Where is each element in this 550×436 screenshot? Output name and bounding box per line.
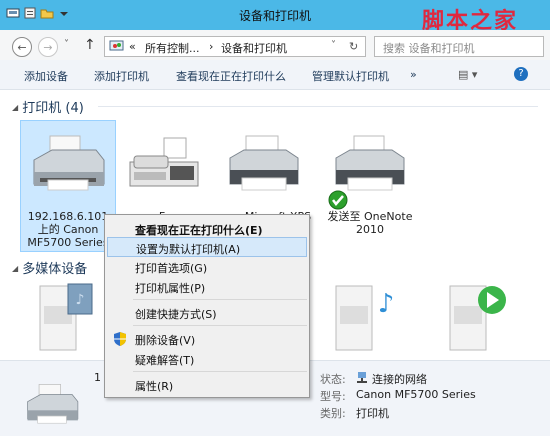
command-bar: 添加设备 添加打印机 查看现在正在打印什么 管理默认打印机 » ▤ ▾ ? (0, 60, 550, 90)
menu-item-label: 打印机属性(P) (135, 282, 206, 295)
menu-item-create-shortcut[interactable]: 创建快捷方式(S) (107, 303, 307, 323)
up-button[interactable]: ↑ (84, 37, 96, 53)
menu-separator (133, 325, 307, 326)
status-value: 连接的网络 (372, 373, 427, 386)
add-device-button[interactable]: 添加设备 (24, 68, 68, 84)
address-dropdown-button[interactable]: ˅ (331, 40, 336, 51)
menu-item-printer-properties[interactable]: 打印机属性(P) (107, 277, 307, 297)
menu-item-printing-preferences[interactable]: 打印首选项(G) (107, 257, 307, 277)
breadcrumb-chevron[interactable]: › (209, 40, 213, 53)
printer-canon-icon[interactable] (30, 134, 106, 198)
printers-group-toggle[interactable]: ◢ (12, 103, 18, 112)
breadcrumb-devices-printers[interactable]: 设备和打印机 (221, 40, 287, 56)
menu-item-properties[interactable]: 属性(R) (107, 375, 307, 395)
menu-item-set-default[interactable]: 设置为默认打印机(A) (107, 237, 307, 257)
printers-group-label: 打印机 (4) (22, 101, 84, 116)
category-key: 类别: (320, 407, 346, 420)
menu-item-label: 打印首选项(G) (135, 262, 208, 275)
menu-item-label: 删除设备(V) (135, 334, 196, 347)
media-device-5-icon[interactable] (444, 282, 508, 356)
menu-separator (133, 299, 307, 300)
forward-button[interactable]: → (38, 37, 58, 57)
manage-default-printers-button[interactable]: 管理默认打印机 (312, 68, 389, 84)
search-input[interactable]: 搜索 设备和打印机 (383, 40, 475, 56)
control-panel-icon (109, 39, 125, 56)
back-button[interactable]: ← (12, 37, 32, 57)
add-printer-button[interactable]: 添加打印机 (94, 68, 149, 84)
xps-printer-icon[interactable] (226, 134, 302, 198)
address-field[interactable]: « 所有控制... › 设备和打印机 ˅ ↻ (104, 36, 366, 57)
printers-group-header: ◢ 打印机 (4) (12, 97, 84, 116)
model-value: Canon MF5700 Series (356, 388, 476, 401)
category-value: 打印机 (356, 407, 389, 420)
menu-item-label: 属性(R) (135, 380, 174, 393)
help-button[interactable]: ? (514, 67, 528, 81)
menu-item-troubleshoot[interactable]: 疑难解答(T) (107, 349, 307, 369)
menu-item-see-whats-printing[interactable]: 查看现在正在打印什么(E) (107, 219, 307, 239)
menu-item-remove-device[interactable]: 删除设备(V) (107, 329, 307, 349)
more-commands-button[interactable]: » (410, 68, 417, 81)
media-device-4-icon[interactable]: ♪ (330, 282, 394, 356)
title-bar: 设备和打印机 脚本之家 (0, 0, 550, 34)
media-group-label: 多媒体设备 (22, 262, 88, 277)
see-whats-printing-button[interactable]: 查看现在正在打印什么 (176, 68, 286, 84)
onenote-printer-label: 发送至 OneNote 2010 (327, 210, 413, 236)
menu-item-label: 查看现在正在打印什么(E) (135, 224, 263, 237)
details-device-name: 1 (94, 371, 101, 384)
onenote-printer-icon[interactable] (330, 134, 406, 198)
svg-text:♪: ♪ (378, 289, 394, 319)
breadcrumb-separator: « (129, 40, 136, 53)
refresh-button[interactable]: ↻ (349, 40, 358, 53)
printers-group-divider (98, 106, 538, 107)
network-icon (356, 370, 368, 387)
media-device-1-icon[interactable]: ♪ (34, 282, 98, 356)
svg-text:♪: ♪ (76, 292, 85, 308)
media-group-header: ◢ 多媒体设备 (12, 258, 87, 277)
menu-item-label: 疑难解答(T) (135, 354, 195, 367)
status-key: 状态: (320, 373, 346, 386)
search-box[interactable]: 搜索 设备和打印机 (374, 36, 544, 57)
address-toolbar: ← → ˅ ↑ « 所有控制... › 设备和打印机 ˅ ↻ 搜索 设备和打印机 (0, 30, 550, 60)
uac-shield-icon (113, 331, 127, 350)
watermark-logo: 脚本之家 (400, 2, 548, 34)
menu-item-label: 创建快捷方式(S) (135, 308, 217, 321)
breadcrumb-all-control-panel[interactable]: 所有控制... (145, 40, 200, 56)
model-key: 型号: (320, 390, 346, 403)
menu-item-label: 设置为默认打印机(A) (136, 243, 241, 256)
details-printer-icon (24, 383, 80, 432)
change-view-button[interactable]: ▤ ▾ (458, 68, 477, 81)
media-group-toggle[interactable]: ◢ (12, 264, 18, 273)
context-menu: 查看现在正在打印什么(E) 设置为默认打印机(A) 打印首选项(G) 打印机属性… (104, 214, 310, 398)
fax-printer-icon[interactable] (126, 134, 202, 198)
recent-locations-button[interactable]: ˅ (64, 39, 69, 50)
menu-separator (133, 371, 307, 372)
printer-canon-label: 192.168.6.101 上的 Canon MF5700 Series (27, 210, 109, 249)
